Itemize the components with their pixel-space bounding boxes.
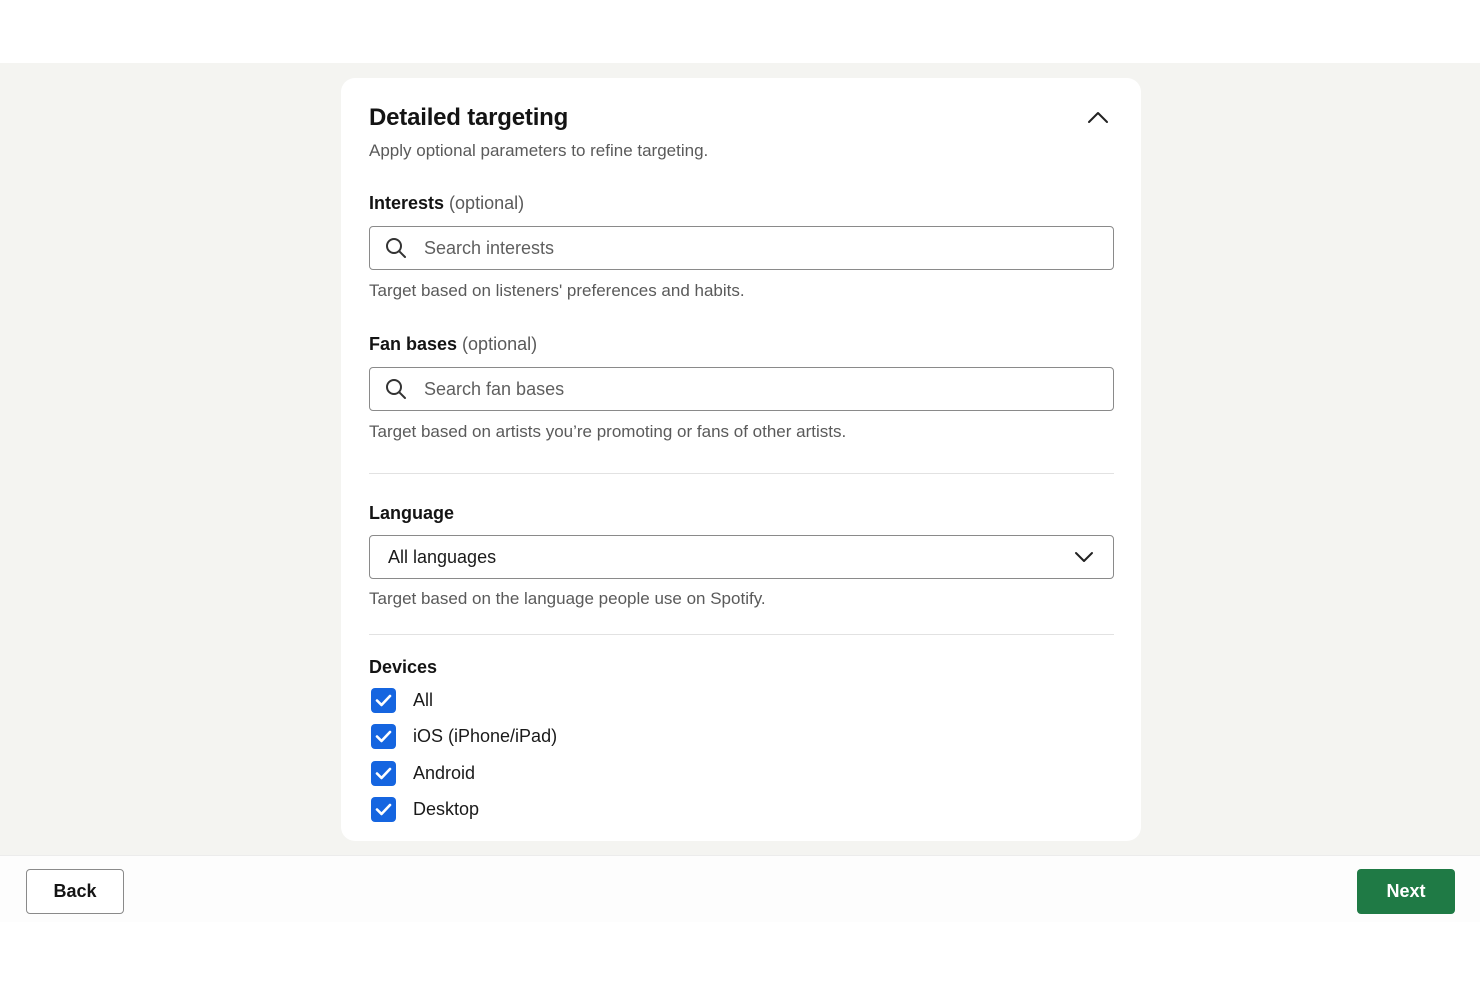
- language-selected-value: All languages: [388, 546, 497, 567]
- interests-help-text: Target based on listeners' preferences a…: [369, 281, 745, 300]
- panel-subtitle: Apply optional parameters to refine targ…: [369, 141, 709, 160]
- checkmark-icon: [375, 730, 392, 742]
- chevron-down-icon: [1073, 546, 1095, 568]
- checkmark-icon: [375, 694, 392, 706]
- checkmark-icon: [375, 803, 392, 815]
- fan-bases-help-text: Target based on artists you’re promoting…: [369, 422, 847, 441]
- language-select[interactable]: All languages: [369, 535, 1114, 579]
- search-icon: [384, 377, 408, 401]
- panel-title: Detailed targeting: [369, 104, 569, 131]
- top-bar: [0, 0, 1480, 63]
- device-option-ios[interactable]: iOS (iPhone/iPad): [371, 723, 557, 749]
- fan-bases-optional-text: (optional): [462, 334, 538, 354]
- next-button[interactable]: Next: [1357, 869, 1455, 914]
- footer-bar: Back Next: [0, 855, 1480, 922]
- detailed-targeting-panel: Detailed targeting Apply optional parame…: [341, 78, 1141, 841]
- fan-bases-search-input[interactable]: [424, 378, 1104, 400]
- fan-bases-label: Fan bases (optional): [369, 334, 537, 355]
- device-option-all[interactable]: All: [371, 687, 433, 713]
- checkbox-checked[interactable]: [371, 760, 396, 786]
- checkbox-checked[interactable]: [371, 723, 396, 749]
- interests-label: Interests (optional): [369, 193, 524, 214]
- device-option-label: Android: [413, 762, 476, 783]
- device-option-label: iOS (iPhone/iPad): [413, 725, 558, 746]
- collapse-button[interactable]: [1085, 106, 1111, 128]
- devices-label: Devices: [369, 657, 438, 677]
- interests-search-box: [369, 226, 1114, 270]
- search-icon: [384, 236, 408, 260]
- fan-bases-label-text: Fan bases: [369, 334, 458, 354]
- interests-search-input[interactable]: [424, 237, 1104, 259]
- bottom-bar: [0, 922, 1480, 987]
- fan-bases-search-box: [369, 367, 1114, 411]
- interests-optional-text: (optional): [449, 193, 525, 213]
- checkmark-icon: [375, 767, 392, 779]
- back-button[interactable]: Back: [26, 869, 124, 914]
- device-option-label: Desktop: [413, 798, 480, 819]
- section-divider: [369, 634, 1114, 635]
- device-option-label: All: [413, 689, 434, 710]
- checkbox-checked[interactable]: [371, 796, 396, 822]
- interests-label-text: Interests: [369, 193, 445, 213]
- device-option-desktop[interactable]: Desktop: [371, 796, 479, 822]
- chevron-up-icon: [1088, 112, 1108, 123]
- section-divider: [369, 473, 1114, 474]
- checkbox-checked[interactable]: [371, 687, 396, 713]
- language-label: Language: [369, 503, 455, 523]
- language-help-text: Target based on the language people use …: [369, 589, 766, 608]
- device-option-android[interactable]: Android: [371, 760, 475, 786]
